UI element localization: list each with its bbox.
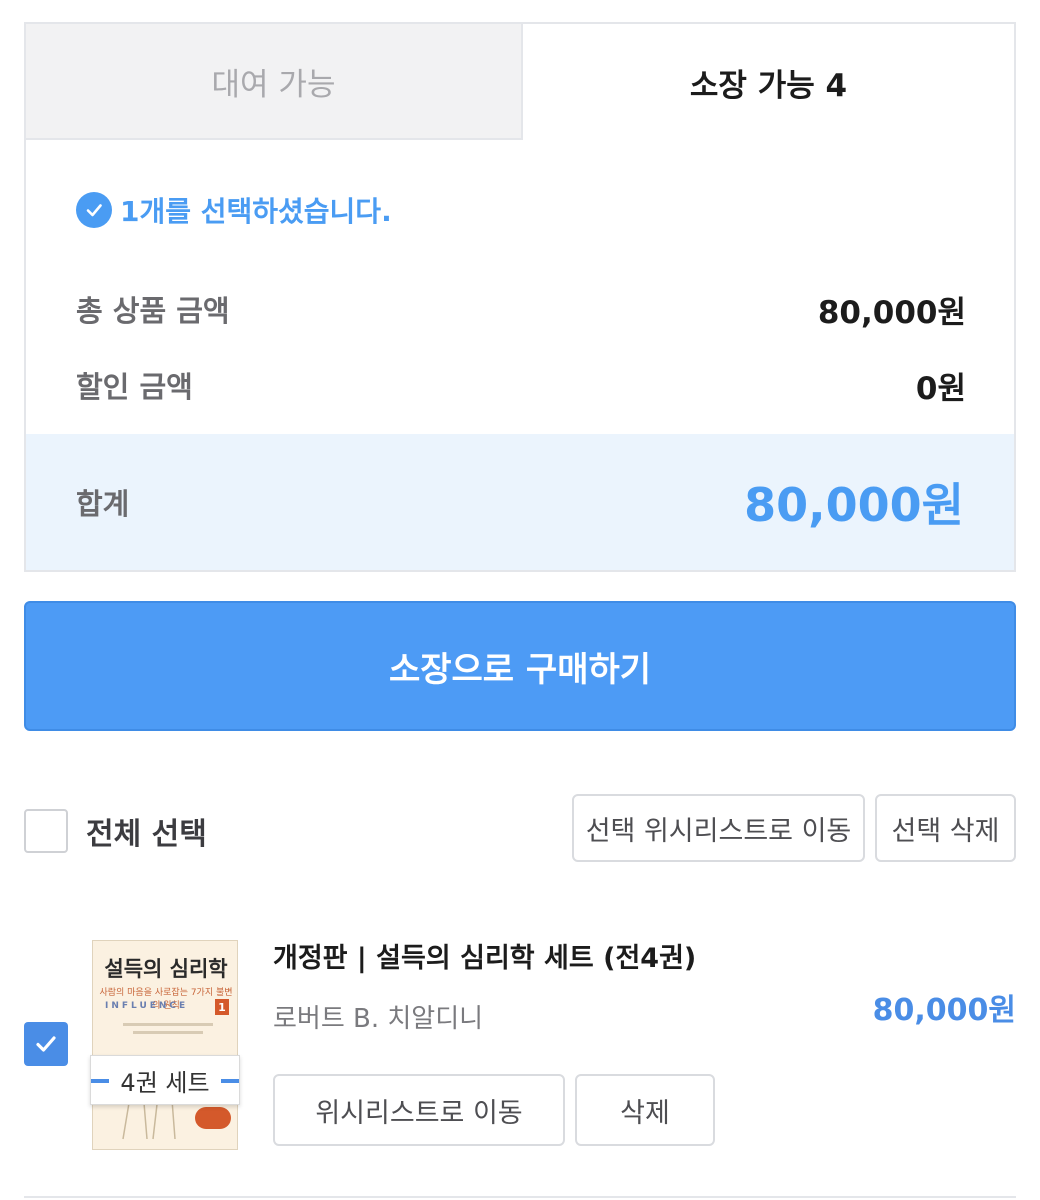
book-cover[interactable]: 설득의 심리학 사람의 마음을 사로잡는 7가지 불변의 원칙 INFLUENC… <box>92 940 238 1150</box>
move-selected-to-wishlist-button[interactable]: 선택 위시리스트로 이동 <box>572 794 865 862</box>
checkmark-icon <box>36 1036 56 1052</box>
discount-amount-label: 할인 금액 <box>76 370 193 404</box>
cover-number: 1 <box>215 999 229 1015</box>
move-to-wishlist-button[interactable]: 위시리스트로 이동 <box>273 1074 565 1146</box>
tab-bar: 대여 가능 소장 가능 4 <box>26 24 1014 140</box>
selection-info: 1개를 선택하셨습니다. <box>76 190 392 230</box>
set-count-label: 4권 세트 <box>90 1055 240 1105</box>
tab-rent[interactable]: 대여 가능 <box>26 24 523 140</box>
select-all-label: 전체 선택 <box>86 817 207 852</box>
item-author: 로버트 B. 치알디니 <box>273 1004 484 1034</box>
cover-series: INFLUENCE <box>105 1001 189 1011</box>
total-amount-row: 총 상품 금액 80,000원 <box>76 286 966 332</box>
total-amount-value: 80,000원 <box>817 294 966 331</box>
item-title[interactable]: 개정판 | 설득의 심리학 세트 (전4권) <box>273 936 696 975</box>
set-label-left-mark <box>91 1079 109 1083</box>
sum-value: 80,000원 <box>744 478 964 532</box>
total-amount-label: 총 상품 금액 <box>76 294 230 328</box>
selection-info-text: 1개를 선택하셨습니다. <box>120 195 392 228</box>
tab-own[interactable]: 소장 가능 4 <box>523 24 1014 140</box>
set-count-text: 4권 세트 <box>120 1068 210 1097</box>
divider <box>24 1196 1016 1198</box>
cover-badge <box>195 1107 231 1129</box>
sum-band: 합계 80,000원 <box>26 434 1014 570</box>
item-price: 80,000원 <box>872 993 1016 1028</box>
buy-own-button[interactable]: 소장으로 구매하기 <box>24 601 1016 731</box>
delete-item-button[interactable]: 삭제 <box>575 1074 715 1146</box>
sum-label: 합계 <box>76 487 130 521</box>
discount-amount-value: 0원 <box>915 370 966 407</box>
set-label-right-mark <box>221 1079 239 1083</box>
item-checkbox[interactable] <box>24 1022 68 1066</box>
order-summary-panel: 대여 가능 소장 가능 4 1개를 선택하셨습니다. 총 상품 금액 80,00… <box>24 22 1016 572</box>
delete-selected-button[interactable]: 선택 삭제 <box>875 794 1016 862</box>
cover-text-lines <box>123 1023 213 1034</box>
discount-amount-row: 할인 금액 0원 <box>76 362 966 408</box>
select-all[interactable]: 전체 선택 <box>24 808 207 854</box>
cover-title: 설득의 심리학 <box>104 957 228 981</box>
select-all-checkbox[interactable] <box>24 809 68 853</box>
check-circle-icon <box>76 192 112 228</box>
